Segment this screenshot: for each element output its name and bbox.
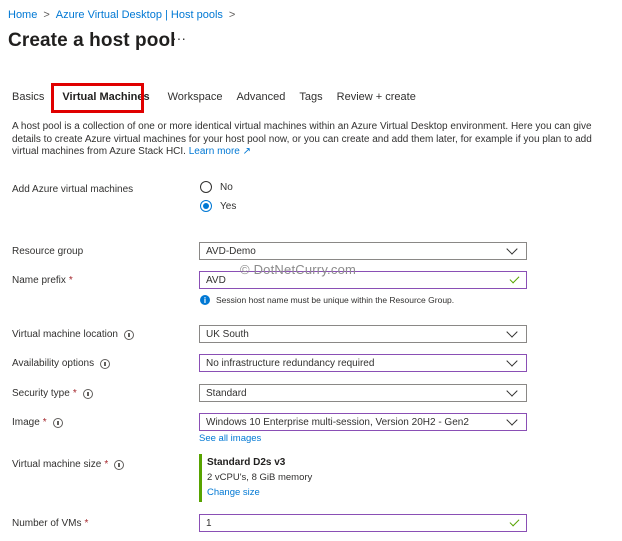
availability-value: No infrastructure redundancy required <box>206 357 375 369</box>
availability-select[interactable]: No infrastructure redundancy required <box>199 354 527 372</box>
security-type-label: Security type * <box>12 388 93 399</box>
vm-location-label-text: Virtual machine location <box>12 329 118 340</box>
info-icon[interactable] <box>82 388 93 399</box>
chevron-down-icon <box>506 385 518 397</box>
num-vms-label-text: Number of VMs <box>12 518 82 529</box>
availability-label-text: Availability options <box>12 358 95 369</box>
radio-yes-label: Yes <box>220 200 237 212</box>
description-text: A host pool is a collection of one or mo… <box>12 121 592 157</box>
add-vms-label: Add Azure virtual machines <box>12 184 134 195</box>
info-filled-icon: i <box>200 295 210 305</box>
chevron-down-icon <box>506 326 518 338</box>
watermark: © DotNetCurry.com <box>240 262 357 277</box>
availability-label: Availability options <box>12 358 111 369</box>
radio-circle-selected <box>200 200 212 212</box>
name-prefix-note-text: Session host name must be unique within … <box>216 295 455 305</box>
info-icon[interactable] <box>52 417 63 428</box>
chevron-down-icon <box>506 243 518 255</box>
info-icon[interactable] <box>124 329 134 340</box>
chevron-right-icon: > <box>43 9 50 21</box>
info-icon[interactable] <box>114 459 125 470</box>
vm-size-spec: 2 vCPU's, 8 GiB memory <box>207 472 313 483</box>
vm-location-select[interactable]: UK South <box>199 325 527 343</box>
tab-workspace[interactable]: Workspace <box>168 91 223 103</box>
chevron-down-icon <box>506 414 518 426</box>
change-size-link[interactable]: Change size <box>207 487 312 498</box>
resource-group-label: Resource group <box>12 246 84 257</box>
security-type-select[interactable]: Standard <box>199 384 527 402</box>
see-all-images-link[interactable]: See all images <box>199 433 261 444</box>
image-label-text: Image <box>12 417 40 428</box>
page-description: A host pool is a collection of one or mo… <box>12 121 612 159</box>
name-prefix-label: Name prefix * <box>12 275 73 286</box>
required-marker: * <box>72 388 77 399</box>
vm-location-value: UK South <box>206 328 249 340</box>
tab-basics[interactable]: Basics <box>12 91 44 103</box>
image-label: Image * <box>12 417 63 428</box>
tab-review-create[interactable]: Review + create <box>337 91 416 103</box>
radio-yes[interactable]: Yes <box>200 200 236 212</box>
num-vms-value: 1 <box>206 517 212 529</box>
radio-no[interactable]: No <box>200 181 233 193</box>
vm-size-name: Standard D2s v3 <box>207 457 286 468</box>
required-marker: * <box>104 459 109 470</box>
info-icon[interactable] <box>100 358 111 369</box>
radio-no-label: No <box>220 181 233 193</box>
image-value: Windows 10 Enterprise multi-session, Ver… <box>206 416 469 428</box>
chevron-right-icon: > <box>228 9 236 21</box>
breadcrumb: Home > Azure Virtual Desktop | Host pool… <box>8 9 241 21</box>
tab-tags[interactable]: Tags <box>299 91 322 103</box>
security-type-value: Standard <box>206 387 247 399</box>
num-vms-input[interactable]: 1 <box>199 514 527 532</box>
required-marker: * <box>42 417 47 428</box>
tab-highlight-box <box>51 83 144 113</box>
more-options-icon[interactable]: ··· <box>172 30 186 46</box>
name-prefix-label-text: Name prefix <box>12 275 66 286</box>
page-title: Create a host pool <box>8 30 176 51</box>
required-marker: * <box>84 518 89 529</box>
resource-group-value: AVD-Demo <box>206 245 256 257</box>
resource-group-select[interactable]: AVD-Demo <box>199 242 527 260</box>
tab-advanced[interactable]: Advanced <box>236 91 285 103</box>
vm-size-label-text: Virtual machine size <box>12 459 102 470</box>
required-marker: * <box>68 275 73 286</box>
radio-circle <box>200 181 212 193</box>
name-prefix-note: i Session host name must be unique withi… <box>200 295 454 305</box>
breadcrumb-home[interactable]: Home <box>8 9 37 21</box>
num-vms-label: Number of VMs * <box>12 518 88 529</box>
vm-size-label: Virtual machine size * <box>12 459 125 470</box>
learn-more-link[interactable]: Learn more ↗ <box>189 146 251 157</box>
image-select[interactable]: Windows 10 Enterprise multi-session, Ver… <box>199 413 527 431</box>
breadcrumb-host-pools[interactable]: Azure Virtual Desktop | Host pools <box>56 9 223 21</box>
security-type-label-text: Security type <box>12 388 70 399</box>
vm-size-summary: Standard D2s v3 2 vCPU's, 8 GiB memory C… <box>199 454 312 502</box>
vm-location-label: Virtual machine location <box>12 329 134 340</box>
chevron-down-icon <box>506 355 518 367</box>
